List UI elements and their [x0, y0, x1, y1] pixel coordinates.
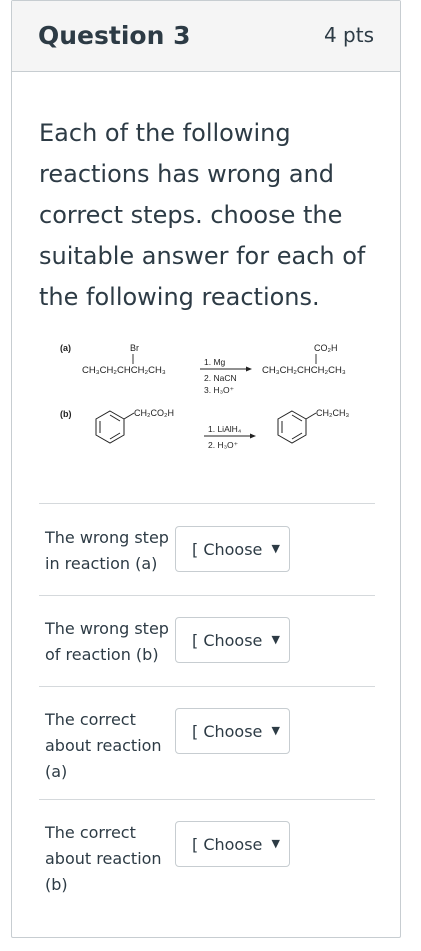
answer-select-3[interactable]: [ Choose ] ▼	[175, 708, 290, 754]
question-header: Question 3 4 pts	[12, 1, 400, 72]
reaction-b-step-2: 2. H₃O⁺	[208, 440, 239, 450]
reaction-b-label: (b)	[60, 409, 72, 419]
caret-down-icon: ▼	[271, 724, 280, 737]
reaction-a-step-1: 1. Mg	[204, 357, 226, 367]
reaction-a-product-group: CO₂H	[314, 343, 338, 353]
reaction-a-substituent: Br	[130, 343, 139, 353]
divider	[39, 595, 375, 596]
reaction-a-reactant: CH₃CH₂CHCH₂CH₃	[82, 365, 166, 376]
divider	[39, 503, 375, 504]
divider	[39, 799, 375, 800]
answer-select-3-value: [ Choose ]	[192, 722, 262, 741]
reaction-scheme: (a) Br CH₃CH₂CHCH₂CH₃ 1. Mg 2. NaCN 3. H…	[60, 343, 349, 450]
reaction-b-step-1: 1. LiAlH₄	[208, 424, 242, 434]
answer-select-2[interactable]: [ Choose ] ▼	[175, 617, 290, 663]
answer-label-4: The correct about reaction (b)	[45, 823, 162, 894]
answer-label-1: The wrong step in reaction (a)	[45, 528, 169, 573]
reaction-a-label: (a)	[60, 343, 71, 353]
answer-select-1[interactable]: [ Choose ] ▼	[175, 526, 290, 572]
answer-select-4[interactable]: [ Choose ] ▼	[175, 821, 290, 867]
question-card: Question 3 4 pts Each of the following r…	[11, 0, 401, 938]
question-title: Question 3	[38, 21, 191, 50]
caret-down-icon: ▼	[271, 542, 280, 555]
reaction-b-product-group: CH₂CH₃	[316, 408, 349, 418]
question-prompt: Each of the following reactions has wron…	[39, 119, 366, 311]
answer-label-2: The wrong step of reaction (b)	[45, 619, 169, 664]
benzene-ring-product	[277, 410, 317, 444]
caret-down-icon: ▼	[271, 837, 280, 850]
caret-down-icon: ▼	[271, 633, 280, 646]
divider	[39, 686, 375, 687]
reaction-a-product: CH₃CH₂CHCH₂CH₃	[262, 365, 346, 376]
answer-label-3: The correct about reaction (a)	[45, 710, 162, 781]
answer-select-1-value: [ Choose ]	[192, 540, 262, 559]
answer-select-4-value: [ Choose ]	[192, 835, 262, 854]
reaction-a-step-3: 3. H₃O⁺	[204, 385, 235, 395]
answer-select-2-value: [ Choose ]	[192, 631, 262, 650]
reaction-b-reactant-group: CH₂CO₂H	[134, 408, 174, 418]
reaction-a-step-2: 2. NaCN	[204, 373, 237, 383]
question-points: 4 pts	[323, 23, 374, 47]
benzene-ring-reactant	[95, 410, 135, 444]
